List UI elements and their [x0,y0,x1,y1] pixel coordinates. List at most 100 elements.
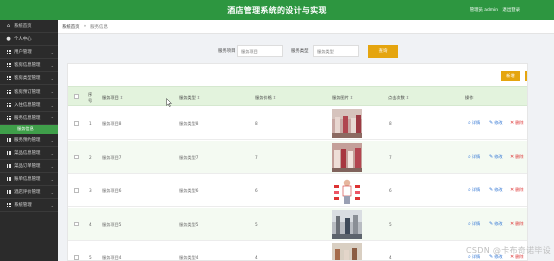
column-header-index: 序号 [88,92,93,103]
pencil-icon: ✎ [489,220,494,227]
sidebar-item[interactable]: 客房类型管理 ⌄ [0,72,58,86]
delete-button[interactable]: ✕删除 [510,187,524,193]
sidebar-item-label: 用户管理 [14,50,32,56]
sidebar-item-label: 系统首页 [14,24,32,30]
edit-button[interactable]: ✎修改 [489,154,503,160]
column-header-name-label: 服务项目 [102,95,119,100]
edit-button[interactable]: ✎修改 [489,187,503,193]
sort-icon: ⇕ [272,95,277,100]
chevron-down-icon: ⌄ [50,89,54,95]
edit-button[interactable]: ✎修改 [489,221,503,227]
row-click-count: 7 [389,154,392,160]
sidebar-item[interactable]: 服务信息管理 ⌃ [0,112,58,125]
edit-label: 修改 [494,187,503,192]
column-header-clicks-label: 点击次数 [388,95,405,100]
row-click-count: 8 [389,121,392,126]
grid-icon [6,203,11,208]
row-service-type: 服务类型6 [179,188,199,193]
sidebar-item-label: 入住信息管理 [14,102,41,108]
sidebar-subitem-active[interactable]: 服务信息 [0,124,58,134]
column-header-price[interactable]: 服务价格⇕ [255,95,276,101]
row-service-name: 服务项目5 [102,221,122,227]
search-icon: ⌕ [468,153,471,160]
row-click-count: 6 [389,188,392,193]
service-type-input[interactable] [313,45,359,57]
grid-icon [6,89,11,94]
row-checkbox[interactable] [74,255,79,260]
delete-button[interactable]: ✕删除 [510,120,524,126]
sort-icon: ⇕ [405,95,410,100]
breadcrumb-current: 服务信息 [90,24,108,30]
mouse-cursor-icon [166,98,172,107]
service-name-input[interactable] [237,45,283,57]
chevron-down-icon: ⌄ [50,203,54,209]
sidebar-item-label: 菜品信息管理 [14,150,41,156]
sidebar-item-label: 账单信息管理 [14,177,41,183]
add-button[interactable]: 新增 [501,71,520,81]
sidebar-item[interactable]: 菜品订单管理 ⌄ [0,160,58,174]
chevron-down-icon: ⌄ [50,163,54,169]
delete-label: 删除 [515,153,524,159]
row-service-name: 服务项目6 [102,188,122,193]
column-header-image-label: 服务图片 [332,95,349,100]
table-row: 1 服务项目8 服务类型8 8 8 ⌕详情 ✎修改 ✕删除 [68,107,527,140]
sidebar-item[interactable]: 账单信息管理 ⌄ [0,173,58,187]
edit-label: 修改 [494,220,503,226]
sidebar-item[interactable]: 酒店评价管理 ⌄ [0,186,58,200]
grid-icon [6,50,11,55]
row-service-image [332,243,362,260]
row-index: 4 [89,221,92,227]
row-checkbox[interactable] [74,188,79,193]
sidebar-item[interactable]: 客房预订管理 ⌄ [0,85,58,99]
search-button[interactable]: 查询 [368,45,398,58]
row-service-name: 服务项目8 [102,121,122,126]
close-icon: ✕ [510,187,515,193]
row-service-price: 5 [255,221,258,227]
delete-label: 删除 [515,187,524,192]
column-header-type[interactable]: 服务类型⇕ [179,95,200,101]
edit-label: 修改 [494,153,503,159]
chevron-down-icon: ⌄ [50,137,54,143]
sidebar-item[interactable]: 用户管理 ⌄ [0,46,58,60]
row-checkbox[interactable] [74,121,79,126]
grid-icon [6,150,11,155]
sidebar-item[interactable]: 系统管理 ⌄ [0,199,58,213]
delete-button[interactable]: ✕删除 [510,154,524,160]
sidebar-item-label: 酒店评价管理 [14,190,41,196]
row-checkbox[interactable] [74,221,79,226]
view-button[interactable]: ⌕详情 [468,187,480,193]
sidebar-item[interactable]: 服务预约管理 ⌄ [0,134,58,147]
sidebar-item[interactable]: ● 个人中心 [0,33,58,47]
sidebar-item-label: 菜品订单管理 [14,163,41,169]
view-button[interactable]: ⌕详情 [468,120,480,126]
column-header-clicks[interactable]: 点击次数⇕ [388,95,409,101]
delete-label: 删除 [515,220,524,226]
table-row: 2 服务项目7 服务类型7 7 7 ⌕详情 ✎修改 ✕删除 [68,140,527,174]
close-icon: ✕ [510,220,515,227]
breadcrumb-home[interactable]: 系统首页 [62,24,80,30]
row-service-name: 服务项目7 [102,154,122,160]
row-checkbox[interactable] [74,154,79,159]
delete-button[interactable]: ✕删除 [510,221,524,227]
edit-button[interactable]: ✎修改 [489,120,503,126]
table-header: 序号 服务项目⇕ 服务类型⇕ 服务价格⇕ 服务图片⇕ 点击次数⇕ 操作 [68,86,527,106]
chevron-down-icon: ⌄ [50,63,54,69]
sidebar-item[interactable]: 客房信息管理 ⌄ [0,59,58,73]
delete-label: 删除 [515,120,524,125]
row-service-type: 服务类型7 [179,154,199,160]
view-button[interactable]: ⌕详情 [468,221,480,227]
column-header-price-label: 服务价格 [255,95,272,100]
search-icon: ⌕ [468,120,471,126]
column-header-image[interactable]: 服务图片⇕ [332,95,353,101]
sidebar-item[interactable]: 菜品信息管理 ⌄ [0,147,58,160]
row-service-price: 7 [255,154,258,160]
sidebar-item[interactable]: 入住信息管理 ⌄ [0,99,58,112]
sidebar-item[interactable]: ⌂ 系统首页 [0,20,58,34]
select-all-checkbox[interactable] [74,94,79,99]
column-header-name[interactable]: 服务项目⇕ [102,95,123,101]
view-button[interactable]: ⌕详情 [468,154,480,160]
batch-delete-button[interactable]: 删除 [525,71,527,81]
user-icon: ● [6,35,11,42]
user-label: 管理员 admin [469,8,499,13]
logout-link[interactable]: 退出登录 [502,8,520,13]
